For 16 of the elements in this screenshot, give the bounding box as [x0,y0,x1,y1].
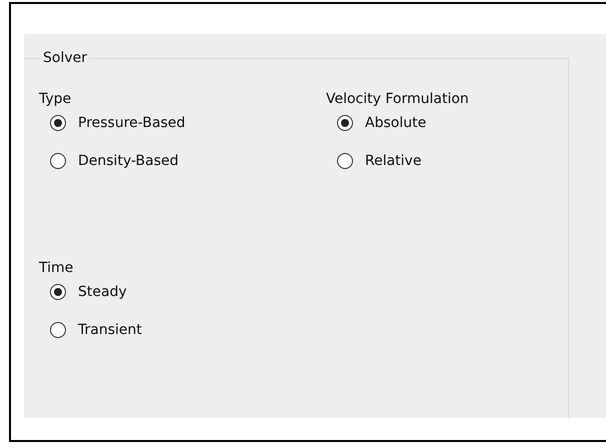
radio-button[interactable] [50,153,66,169]
radio-option[interactable]: Absolute [326,106,426,140]
radio-option[interactable]: Pressure-Based [39,106,186,140]
radio-button[interactable] [337,153,353,169]
section-label: Velocity Formulation [326,90,469,109]
radio-button[interactable] [50,284,66,300]
radio-button[interactable] [337,115,353,131]
group-title: Solver [42,49,88,67]
radio-option[interactable]: Relative [326,144,422,178]
radio-option[interactable]: Transient [39,313,142,347]
section-label: Time [39,259,74,278]
radio-option[interactable]: Steady [39,275,127,309]
radio-button[interactable] [50,322,66,338]
radio-button[interactable] [50,115,66,131]
radio-option[interactable]: Density-Based [39,144,179,178]
section-label: Type [39,90,72,109]
